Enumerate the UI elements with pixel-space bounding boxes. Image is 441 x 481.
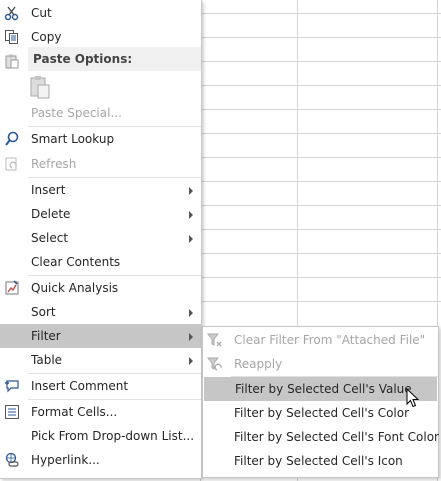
quick-analysis-label: Quick Analysis (31, 281, 119, 295)
smart-lookup-label: Smart Lookup (31, 132, 115, 146)
refresh-label: Refresh (31, 157, 77, 171)
paste-special-label: Paste Special... (31, 106, 122, 120)
quick-analysis-icon (4, 280, 20, 296)
cut-label: Cut (31, 6, 52, 20)
menu-item-insert-comment[interactable]: Insert Comment (0, 374, 201, 398)
submenu-item-filter-by-value[interactable]: Filter by Selected Cell's Value (204, 377, 437, 401)
filter-by-icon-label: Filter by Selected Cell's Icon (234, 454, 403, 468)
submenu-item-clear-filter[interactable]: Clear Filter From "Attached File" (203, 328, 438, 352)
format-cells-icon (4, 404, 20, 420)
menu-item-paste-special[interactable]: Paste Special... (0, 101, 201, 125)
submenu-item-filter-by-color[interactable]: Filter by Selected Cell's Color (203, 401, 438, 425)
submenu-arrow-icon (189, 309, 193, 317)
submenu-arrow-icon (189, 235, 193, 243)
paste-options-header: Paste Options: (28, 47, 201, 71)
paste-default-button[interactable] (28, 74, 54, 100)
menu-item-delete[interactable]: Delete (0, 202, 201, 226)
filter-label: Filter (31, 329, 61, 343)
scissors-icon (4, 5, 20, 21)
mouse-cursor-icon (406, 388, 420, 408)
menu-item-format-cells[interactable]: Format Cells... (0, 400, 201, 424)
smart-lookup-icon (4, 131, 20, 147)
clear-filter-label: Clear Filter From "Attached File" (234, 333, 426, 347)
paste-icon (4, 53, 20, 69)
context-menu: Cut Copy Paste Options: Paste Special...… (0, 0, 202, 479)
menu-item-smart-lookup[interactable]: Smart Lookup (0, 127, 201, 151)
menu-item-pick-from-dropdown[interactable]: Pick From Drop-down List... (0, 424, 201, 448)
comment-icon (4, 378, 20, 394)
hyperlink-label: Hyperlink... (31, 453, 100, 467)
menu-item-quick-analysis[interactable]: Quick Analysis (0, 276, 201, 300)
submenu-arrow-icon (189, 333, 193, 341)
insert-comment-label: Insert Comment (31, 379, 129, 393)
clipboard-icon (30, 76, 50, 99)
select-label: Select (31, 231, 69, 245)
clear-contents-label: Clear Contents (31, 255, 121, 269)
insert-label: Insert (31, 183, 66, 197)
submenu-item-filter-by-icon[interactable]: Filter by Selected Cell's Icon (203, 449, 438, 473)
submenu-arrow-icon (189, 211, 193, 219)
filter-by-font-color-label: Filter by Selected Cell's Font Color (234, 430, 439, 444)
menu-item-insert[interactable]: Insert (0, 178, 201, 202)
filter-by-color-label: Filter by Selected Cell's Color (234, 406, 410, 420)
submenu-item-reapply[interactable]: Reapply (203, 352, 438, 376)
reapply-label: Reapply (234, 357, 283, 371)
submenu-item-filter-by-font-color[interactable]: Filter by Selected Cell's Font Color (203, 425, 439, 449)
menu-item-table[interactable]: Table (0, 348, 201, 372)
submenu-arrow-icon (189, 187, 193, 195)
delete-label: Delete (31, 207, 71, 221)
clear-filter-icon (206, 332, 223, 348)
submenu-arrow-icon (189, 357, 193, 365)
menu-item-sort[interactable]: Sort (0, 300, 201, 324)
menu-item-refresh[interactable]: Refresh (0, 152, 201, 176)
filter-submenu: Clear Filter From "Attached File" Reappl… (202, 326, 439, 478)
refresh-icon (4, 156, 20, 172)
reapply-icon (206, 356, 223, 372)
pick-dropdown-label: Pick From Drop-down List... (31, 429, 195, 443)
filter-by-value-label: Filter by Selected Cell's Value (235, 382, 412, 396)
format-cells-label: Format Cells... (31, 405, 118, 419)
menu-item-select[interactable]: Select (0, 226, 201, 250)
menu-item-hyperlink[interactable]: Hyperlink... (0, 448, 201, 472)
table-label: Table (31, 353, 63, 367)
menu-item-cut[interactable]: Cut (0, 1, 201, 25)
copy-icon (4, 29, 20, 45)
menu-item-copy[interactable]: Copy (0, 25, 201, 49)
hyperlink-icon (4, 452, 20, 468)
paste-options-label: Paste Options: (33, 52, 133, 66)
copy-label: Copy (31, 30, 62, 44)
menu-item-clear-contents[interactable]: Clear Contents (0, 250, 201, 274)
sort-label: Sort (31, 305, 56, 319)
menu-item-filter[interactable]: Filter (0, 324, 201, 348)
